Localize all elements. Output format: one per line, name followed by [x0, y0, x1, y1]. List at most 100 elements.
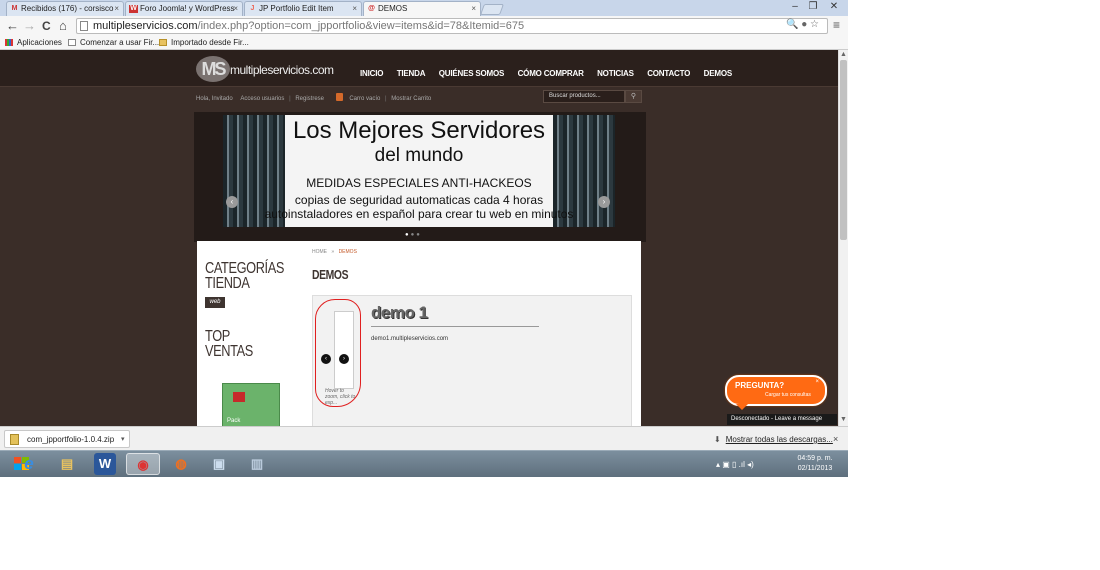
download-menu-icon[interactable]: ▾	[121, 435, 125, 443]
restore-button[interactable]: ❐	[804, 0, 822, 16]
reload-icon[interactable]: C	[42, 18, 51, 34]
categories-heading: TIENDA	[205, 275, 250, 292]
tab-label: Foro Joomla! y WordPress	[140, 4, 235, 13]
tab-close-icon[interactable]: ×	[233, 4, 238, 13]
slide-subheadline: del mundo	[374, 145, 464, 166]
nav-item-quienes-somos[interactable]: QUIÉNES SOMOS	[439, 69, 505, 78]
screenshot: M Recibidos (176) - corsisco × W Foro Jo…	[0, 0, 848, 477]
site-header: MS multipleservicios.com INICIO TIENDA Q…	[0, 50, 838, 87]
nav-item-tienda[interactable]: TIENDA	[397, 69, 426, 78]
url-host: multipleservicios.com	[93, 20, 198, 32]
page-scrollbar[interactable]: ▲ ▼	[838, 50, 848, 426]
register-link[interactable]: Registrese	[295, 96, 324, 102]
portfolio-item-url[interactable]: demo1.multipleservicios.com	[371, 336, 448, 342]
browser-toolbar: ← → C ⌂ multipleservicios.com/index.php?…	[0, 16, 848, 36]
new-tab-button[interactable]	[479, 4, 505, 15]
nav-item-como-comprar[interactable]: CÓMO COMPRAR	[518, 69, 584, 78]
breadcrumb-separator: »	[331, 249, 335, 255]
top-sales-heading: TOP	[205, 328, 230, 345]
scrollbar-thumb[interactable]	[840, 60, 847, 240]
cart-icon	[335, 93, 343, 101]
close-window-button[interactable]: ✕	[822, 0, 846, 16]
close-shelf-icon[interactable]: ×	[833, 434, 838, 444]
chat-close-icon[interactable]: ×	[815, 379, 819, 385]
chat-widget[interactable]: PREGUNTA? Cargar tus consultas ×	[725, 375, 827, 406]
show-all-downloads-link[interactable]: ⬇ Mostrar todas las descargas...	[714, 435, 833, 444]
system-clock[interactable]: 04:59 p. m. 02/11/2013	[790, 454, 840, 474]
site-favicon-icon: @	[368, 5, 375, 12]
tab-foro-joomla[interactable]: W Foro Joomla! y WordPress ×	[125, 1, 243, 16]
tab-strip: M Recibidos (176) - corsisco × W Foro Jo…	[0, 0, 848, 16]
nav-item-contacto[interactable]: CONTACTO	[647, 69, 690, 78]
chat-title: PREGUNTA?	[735, 381, 785, 390]
internet-explorer-icon[interactable]: e	[12, 453, 46, 475]
nav-item-inicio[interactable]: INICIO	[360, 69, 383, 78]
divider	[371, 326, 539, 327]
tab-close-icon[interactable]: ×	[471, 4, 476, 13]
top-sales-heading: VENTAS	[205, 343, 253, 360]
chrome-icon[interactable]: ◉	[126, 453, 160, 475]
page-viewport: MS multipleservicios.com INICIO TIENDA Q…	[0, 50, 838, 426]
tab-demos[interactable]: @ DEMOS ×	[363, 1, 481, 16]
product-label: Pack	[227, 418, 241, 424]
page-title: DEMOS	[312, 267, 349, 282]
greeting-text: Hola, Invitado	[196, 96, 233, 102]
product-search-input[interactable]: Buscar productos...	[543, 90, 625, 103]
tab-close-icon[interactable]: ×	[114, 4, 119, 13]
nav-item-demos[interactable]: DEMOS	[704, 69, 733, 78]
firefox-icon[interactable]: ◍	[164, 453, 198, 475]
gmail-icon: M	[11, 5, 18, 12]
tab-gmail[interactable]: M Recibidos (176) - corsisco ×	[6, 1, 124, 16]
nav-item-noticias[interactable]: NOTICIAS	[597, 69, 634, 78]
portfolio-item: ‹ › Hover to zoom, click to exp... demo …	[312, 295, 632, 426]
download-shelf: com_jpportfolio-1.0.4.zip ▾ ⬇ Mostrar tod…	[0, 426, 848, 450]
slider-dot[interactable]: ●	[416, 232, 422, 238]
categories-heading: CATEGORÍAS	[205, 260, 284, 277]
home-icon[interactable]: ⌂	[59, 18, 67, 34]
scroll-up-icon[interactable]: ▲	[840, 51, 847, 58]
chrome-menu-icon[interactable]: ≡	[833, 18, 840, 32]
login-link[interactable]: Acceso usuarios	[240, 96, 284, 102]
slider-next-icon[interactable]: ›	[598, 196, 610, 208]
scroll-down-icon[interactable]: ▼	[840, 416, 847, 423]
category-badge[interactable]: web	[205, 297, 225, 308]
omnibox-actions-icon[interactable]: 🔍 ● ☆	[786, 19, 819, 30]
slide-text: copias de seguridad automaticas cada 4 h…	[294, 193, 544, 207]
slider-prev-icon[interactable]: ‹	[226, 196, 238, 208]
tab-close-icon[interactable]: ×	[352, 4, 357, 13]
slide-text: MEDIDAS ESPECIALES ANTI-HACKEOS	[306, 176, 532, 190]
system-tray-icons[interactable]: ▴ ▣ ▯ .ıl ◂)	[716, 460, 754, 469]
search-icon[interactable]: ⚲	[625, 90, 642, 103]
breadcrumb-home[interactable]: HOME	[312, 249, 327, 255]
product-box-image[interactable]: Pack	[222, 383, 280, 426]
main-nav: INICIO TIENDA QUIÉNES SOMOS CÓMO COMPRAR…	[360, 63, 741, 81]
show-all-label: Mostrar todas las descargas...	[725, 435, 833, 444]
joomla-icon: J	[250, 5, 255, 12]
bookmark-apps[interactable]: Aplicaciones	[5, 38, 62, 47]
slide[interactable]: Los Mejores Servidores del mundo MEDIDAS…	[223, 115, 615, 227]
folder-icon	[159, 39, 167, 46]
bookmark-imported-folder[interactable]: Importado desde Fir...	[159, 38, 249, 47]
red-annotation-circle	[315, 299, 361, 407]
address-bar[interactable]: multipleservicios.com/index.php?option=c…	[76, 18, 828, 34]
word-icon[interactable]: W	[94, 453, 116, 475]
network-app-icon[interactable]: ▣	[202, 453, 236, 475]
minimize-button[interactable]: –	[786, 0, 804, 16]
main-content: CATEGORÍAS TIENDA web TOP VENTAS Pack HO…	[197, 241, 641, 426]
show-cart-link[interactable]: Mostrar Carrito	[391, 96, 431, 102]
separator: |	[289, 96, 291, 102]
url-path: /index.php?option=com_jpportfolio&view=i…	[197, 20, 525, 32]
chat-status-bar[interactable]: Desconectado - Leave a message	[727, 414, 837, 425]
tab-jp-portfolio[interactable]: J JP Portfolio Edit Item ×	[244, 1, 362, 16]
breadcrumb-current: DEMOS	[338, 249, 357, 255]
slide-headline: Los Mejores Servidores	[292, 117, 546, 144]
logo-mark: MS	[196, 56, 230, 82]
bookmark-label: Aplicaciones	[17, 38, 62, 47]
bookmark-firefox-start[interactable]: Comenzar a usar Fir...	[68, 38, 159, 47]
forward-icon[interactable]: →	[23, 18, 36, 34]
download-item[interactable]: com_jpportfolio-1.0.4.zip ▾	[4, 430, 130, 448]
back-icon[interactable]: ←	[6, 18, 19, 34]
portfolio-item-title: demo 1	[371, 303, 428, 322]
notepad-icon[interactable]: ▥	[240, 453, 274, 475]
file-explorer-icon[interactable]: ▤	[50, 453, 84, 475]
